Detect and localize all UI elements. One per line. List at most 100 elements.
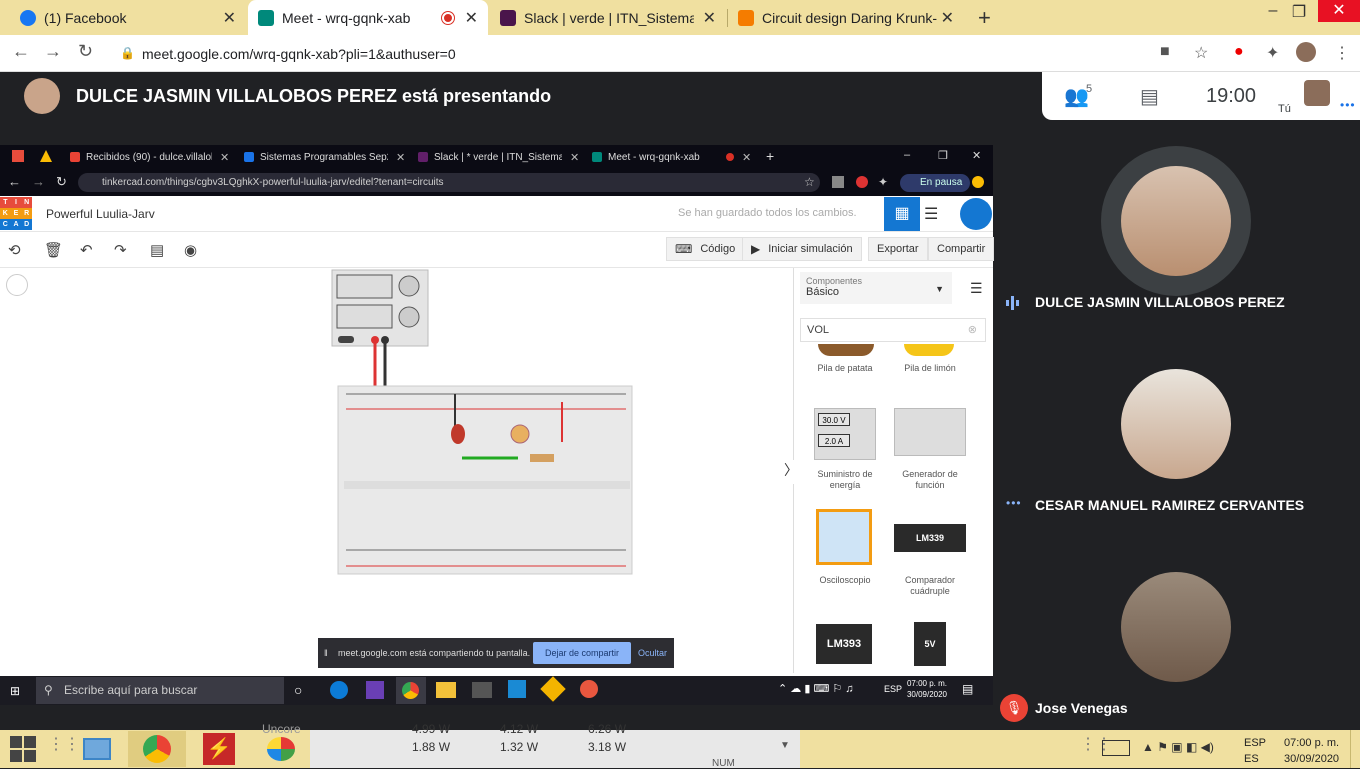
lemon-battery-image[interactable] (904, 344, 954, 356)
menu-icon[interactable]: ⋮ (1334, 43, 1350, 63)
taskbar-search[interactable]: ⚲ Escribe aquí para buscar (36, 677, 284, 704)
more-options-icon[interactable]: ••• (1340, 98, 1356, 112)
close-button[interactable]: ✕ (972, 149, 981, 162)
user-avatar[interactable] (960, 198, 992, 230)
inner-tab-classroom[interactable]: Sistemas Programables Sep20-En ✕ (238, 145, 408, 169)
tab-slack[interactable]: Slack | verde | ITN_SistemasProg ✕ (490, 0, 726, 35)
breadboard-circuit[interactable] (330, 268, 640, 578)
reload-icon[interactable]: ↻ (78, 41, 93, 62)
close-icon[interactable]: ✕ (703, 8, 716, 28)
windows-start-icon[interactable]: ⊞ (10, 684, 20, 698)
voltage-knob[interactable] (398, 275, 420, 297)
inner-url-field[interactable]: tinkercad.com/things/cgbv3LQghkX-powerfu… (78, 173, 820, 192)
vscode-icon[interactable] (508, 680, 526, 698)
circuit-view-icon[interactable]: ▦ (884, 197, 920, 231)
lm339-chip-image[interactable]: LM339 (894, 524, 966, 552)
keyboard-icon[interactable] (1102, 740, 1130, 756)
chevron-down-icon[interactable]: ▼ (780, 740, 790, 751)
chrome-taskbar-button[interactable] (396, 677, 426, 704)
language-indicator[interactable]: ESP ES (1244, 735, 1266, 767)
task-view-icon[interactable]: ○ (294, 682, 302, 698)
forward-icon[interactable]: → (44, 41, 62, 62)
close-icon[interactable]: ✕ (570, 151, 579, 164)
extension-icon[interactable] (856, 176, 868, 188)
minimize-button[interactable]: – (904, 149, 910, 161)
star-icon[interactable]: ☆ (804, 175, 815, 189)
code-button[interactable]: ⌨ Código (666, 237, 745, 261)
participant-avatar[interactable] (1121, 572, 1231, 682)
rotate-icon[interactable]: ⟲ (8, 241, 21, 259)
adblock-icon[interactable]: ● (1234, 43, 1244, 61)
profile-avatar[interactable] (1296, 42, 1316, 62)
components-dropdown[interactable]: Componentes Básico ▼ (800, 272, 952, 304)
potato-battery-image[interactable] (818, 344, 874, 356)
new-tab-button[interactable]: + (766, 148, 774, 164)
resistor[interactable] (530, 454, 554, 462)
power-switch[interactable] (338, 336, 354, 343)
windows-start-icon[interactable] (10, 736, 38, 762)
fit-view-icon[interactable] (6, 274, 28, 296)
power-supply-image[interactable]: 30.0 V 2.0 A (814, 408, 876, 460)
oscilloscope-image[interactable] (816, 509, 872, 565)
export-button[interactable]: Exportar (868, 237, 928, 261)
new-tab-button[interactable]: + (978, 5, 991, 31)
back-icon[interactable]: ← (12, 41, 30, 62)
close-icon[interactable]: ✕ (396, 151, 405, 164)
camera-icon[interactable]: ■ (1160, 43, 1170, 61)
extensions-icon[interactable]: ✦ (1266, 43, 1279, 63)
schematic-view-icon[interactable]: ☰ (924, 204, 938, 224)
participant-avatar[interactable] (1121, 166, 1231, 276)
close-icon[interactable]: ✕ (465, 8, 478, 28)
chrome-taskbar-button[interactable] (128, 731, 186, 767)
language-indicator[interactable]: ESP (884, 684, 902, 694)
inner-clock[interactable]: 07:00 p. m. 30/09/2020 (904, 678, 950, 700)
notifications-icon[interactable]: ▤ (962, 682, 973, 696)
url-field[interactable]: 🔒 meet.google.com/wrq-gqnk-xab?pli=1&aut… (112, 39, 1222, 68)
stop-sharing-button[interactable]: Dejar de compartir (533, 642, 631, 664)
self-avatar[interactable] (1304, 80, 1330, 106)
inner-tab-gmail[interactable]: Recibidos (90) - dulce.villalobos1 ✕ (64, 145, 236, 169)
forward-icon[interactable]: → (32, 174, 45, 189)
clear-search-icon[interactable]: ⊗ (968, 319, 977, 341)
edge-icon[interactable] (330, 681, 348, 699)
delete-icon[interactable]: 🗑 (44, 241, 63, 259)
apps-icon[interactable] (12, 150, 24, 162)
show-desktop-button[interactable] (1350, 730, 1360, 768)
current-knob[interactable] (398, 306, 420, 328)
chrome-icon[interactable] (580, 680, 598, 698)
app-taskbar-button[interactable]: ⚡ (190, 731, 248, 767)
os-clock[interactable]: 07:00 p. m. 30/09/2020 (1284, 735, 1339, 767)
voltage-regulator-image[interactable]: 5V (914, 622, 946, 666)
start-simulation-button[interactable]: ▶ Iniciar simulación (742, 237, 862, 261)
tab-tinkercad[interactable]: Circuit design Daring Krunk-Blad ✕ (728, 0, 964, 35)
folder-icon[interactable] (436, 682, 456, 698)
more-options-icon[interactable]: ••• (1006, 496, 1022, 510)
breadboard[interactable] (337, 385, 633, 575)
inner-tab-meet[interactable]: Meet - wrq-gqnk-xab ✕ (586, 145, 756, 169)
redo-icon[interactable]: ↷ (114, 241, 127, 259)
visual-studio-icon[interactable] (366, 681, 384, 699)
view-icon[interactable]: ◉ (184, 241, 197, 259)
star-icon[interactable]: ☆ (1194, 43, 1208, 63)
extensions-icon[interactable]: ✦ (878, 175, 888, 189)
share-button[interactable]: Compartir (928, 237, 995, 261)
reload-icon[interactable]: ↻ (56, 174, 67, 190)
file-explorer-button[interactable] (68, 731, 126, 767)
close-icon[interactable]: ✕ (742, 151, 751, 164)
components-search-input[interactable]: VOL ⊗ (800, 318, 986, 342)
project-name[interactable]: Powerful Luulia-Jarv (46, 207, 155, 221)
prime-video-icon[interactable] (472, 682, 492, 698)
tinkercad-logo[interactable]: T I N K E R C A D (0, 197, 32, 230)
inner-tab-slack[interactable]: Slack | * verde | ITN_SistemasPro ✕ (412, 145, 582, 169)
close-icon[interactable]: ✕ (223, 8, 236, 28)
photoresistor[interactable] (510, 424, 530, 444)
close-icon[interactable]: ✕ (941, 8, 954, 28)
chat-icon[interactable]: ▤ (1140, 84, 1159, 109)
update-icon[interactable] (972, 176, 984, 188)
collapse-panel-icon[interactable]: 〉 (784, 460, 798, 484)
notes-icon[interactable]: ▤ (150, 241, 164, 259)
paint-taskbar-button[interactable] (252, 731, 310, 767)
function-generator-image[interactable] (894, 408, 966, 456)
extension-icon[interactable] (832, 176, 844, 188)
lm393-chip-image[interactable]: LM393 (816, 624, 872, 664)
